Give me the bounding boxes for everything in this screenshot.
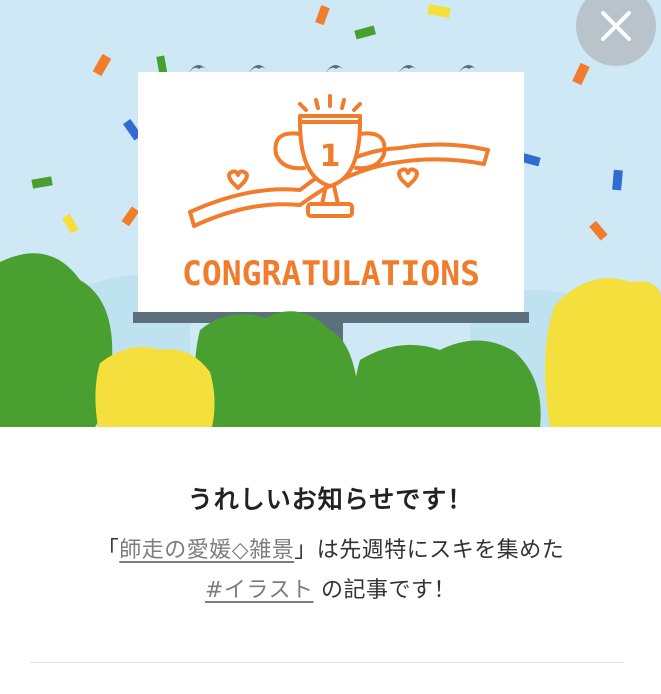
billboard-ledge	[133, 312, 529, 323]
notice-message: 「師走の愛媛◇雑景」は先週特にスキを集めた #イラスト の記事です！	[40, 531, 621, 611]
congratulations-banner: 1 CONGRATULATIONS	[0, 0, 661, 427]
notice-headline: うれしいお知らせです！	[187, 485, 474, 514]
close-icon	[601, 11, 631, 41]
article-title-link[interactable]: 師走の愛媛◇雑景	[119, 538, 294, 563]
notice-card: うれしいお知らせです！ 「師走の愛媛◇雑景」は先週特にスキを集めた #イラスト …	[0, 427, 661, 694]
message-end: の記事です！	[320, 578, 456, 603]
bracket-close: 」	[294, 538, 317, 563]
trophy-number: 1	[320, 139, 341, 174]
divider	[30, 662, 624, 663]
billboard-text: CONGRATULATIONS	[182, 254, 480, 294]
banner-illustration: 1 CONGRATULATIONS	[0, 0, 661, 427]
message-mid: は先週特にスキを集めた	[316, 538, 565, 563]
hashtag-link[interactable]: #イラスト	[205, 578, 314, 603]
bracket-open: 「	[96, 538, 120, 563]
